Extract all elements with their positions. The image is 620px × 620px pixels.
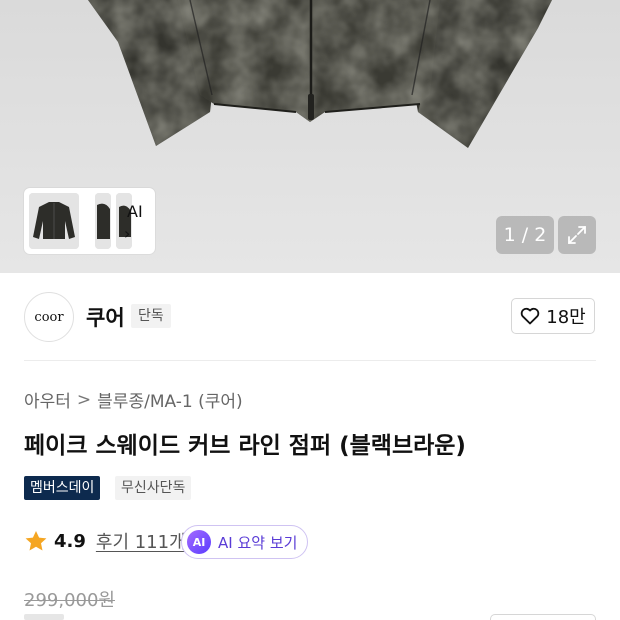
breadcrumb-item-blouson[interactable]: 블루종/MA-1 (쿠어) [97,387,242,412]
reviews-link[interactable]: 후기 111개 [96,528,186,554]
ai-thumbnail-card[interactable]: AI › [24,188,155,254]
chevron-right-icon: › [124,224,131,243]
coupon-button-partial[interactable] [490,614,596,620]
image-pager: 1 / 2 [496,216,554,254]
members-day-badge: 멤버스데이 [24,476,101,500]
ai-summary-button[interactable]: AI AI 요약 보기 [181,525,308,559]
heart-icon [521,307,540,325]
breadcrumb-item-outer[interactable]: 아우터 [24,387,71,412]
expand-icon [568,226,586,244]
brand-name[interactable]: 쿠어 [86,302,125,332]
exclusive-badge: 단독 [131,304,171,328]
product-title: 페이크 스웨이드 커브 라인 점퍼 (블랙브라운) [24,433,466,459]
ai-summary-label: AI 요약 보기 [218,533,298,552]
brand-logo[interactable]: coor [24,292,74,342]
breadcrumb-separator-icon: > [76,389,92,410]
product-image-gallery[interactable]: AI › 1 / 2 [0,0,620,273]
sale-price-partial [24,614,64,620]
ai-badge-icon: AI [187,530,211,554]
star-icon [25,530,47,550]
ai-thumbnail-label: AI [127,202,143,221]
section-divider [24,360,596,361]
thumbnail-jacket-side [95,193,111,249]
musinsa-exclusive-badge: 무신사단독 [115,476,192,500]
rating-row: 4.9 후기 111개 [24,528,186,554]
rating-score: 4.9 [54,530,86,552]
expand-button[interactable] [558,216,596,254]
like-button[interactable]: 18만 [511,298,595,334]
breadcrumb: 아우터 > 블루종/MA-1 (쿠어) [24,387,243,413]
thumbnail-jacket-front [29,193,79,249]
like-count: 18만 [546,307,586,328]
original-price: 299,000원 [24,590,115,611]
